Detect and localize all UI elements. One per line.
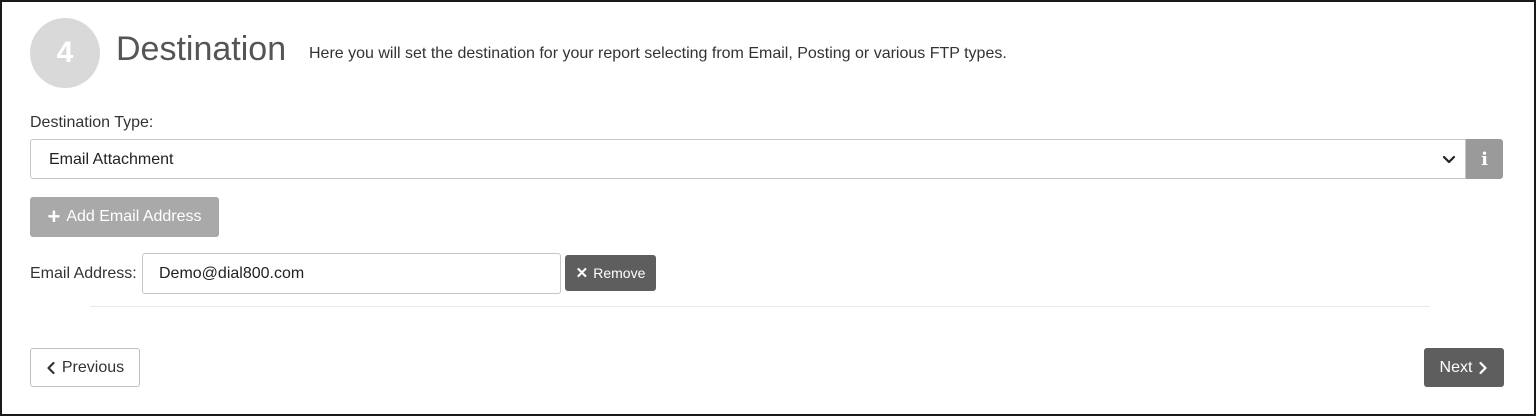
email-address-input[interactable]: Demo@dial800.com <box>142 253 561 294</box>
destination-type-select[interactable]: Email Attachment <box>30 139 1466 179</box>
remove-email-button[interactable]: ✕ Remove <box>565 255 656 291</box>
remove-label: Remove <box>593 265 646 281</box>
add-email-address-button[interactable]: + Add Email Address <box>30 197 219 237</box>
info-icon: i <box>1481 148 1488 170</box>
info-button[interactable]: i <box>1466 139 1503 179</box>
destination-type-label: Destination Type: <box>30 114 154 131</box>
next-label: Next <box>1439 358 1473 376</box>
previous-label: Previous <box>61 358 125 376</box>
destination-type-value: Email Attachment <box>49 151 174 168</box>
chevron-down-icon <box>1442 155 1456 164</box>
plus-icon: + <box>47 204 61 229</box>
step-title: Destination <box>116 30 287 68</box>
next-button[interactable]: Next <box>1424 348 1504 387</box>
previous-button[interactable]: Previous <box>30 348 140 387</box>
chevron-left-icon <box>47 361 55 374</box>
chevron-right-icon <box>1479 361 1488 374</box>
step-description: Here you will set the destination for yo… <box>309 45 1007 62</box>
destination-panel: 4 Destination Here you will set the dest… <box>0 0 1536 416</box>
divider <box>90 306 1430 307</box>
close-icon: ✕ <box>575 265 589 282</box>
add-email-address-label: Add Email Address <box>66 208 202 225</box>
step-number-badge: 4 <box>30 18 100 88</box>
email-address-label: Email Address: <box>30 265 137 282</box>
email-address-value: Demo@dial800.com <box>159 265 305 282</box>
